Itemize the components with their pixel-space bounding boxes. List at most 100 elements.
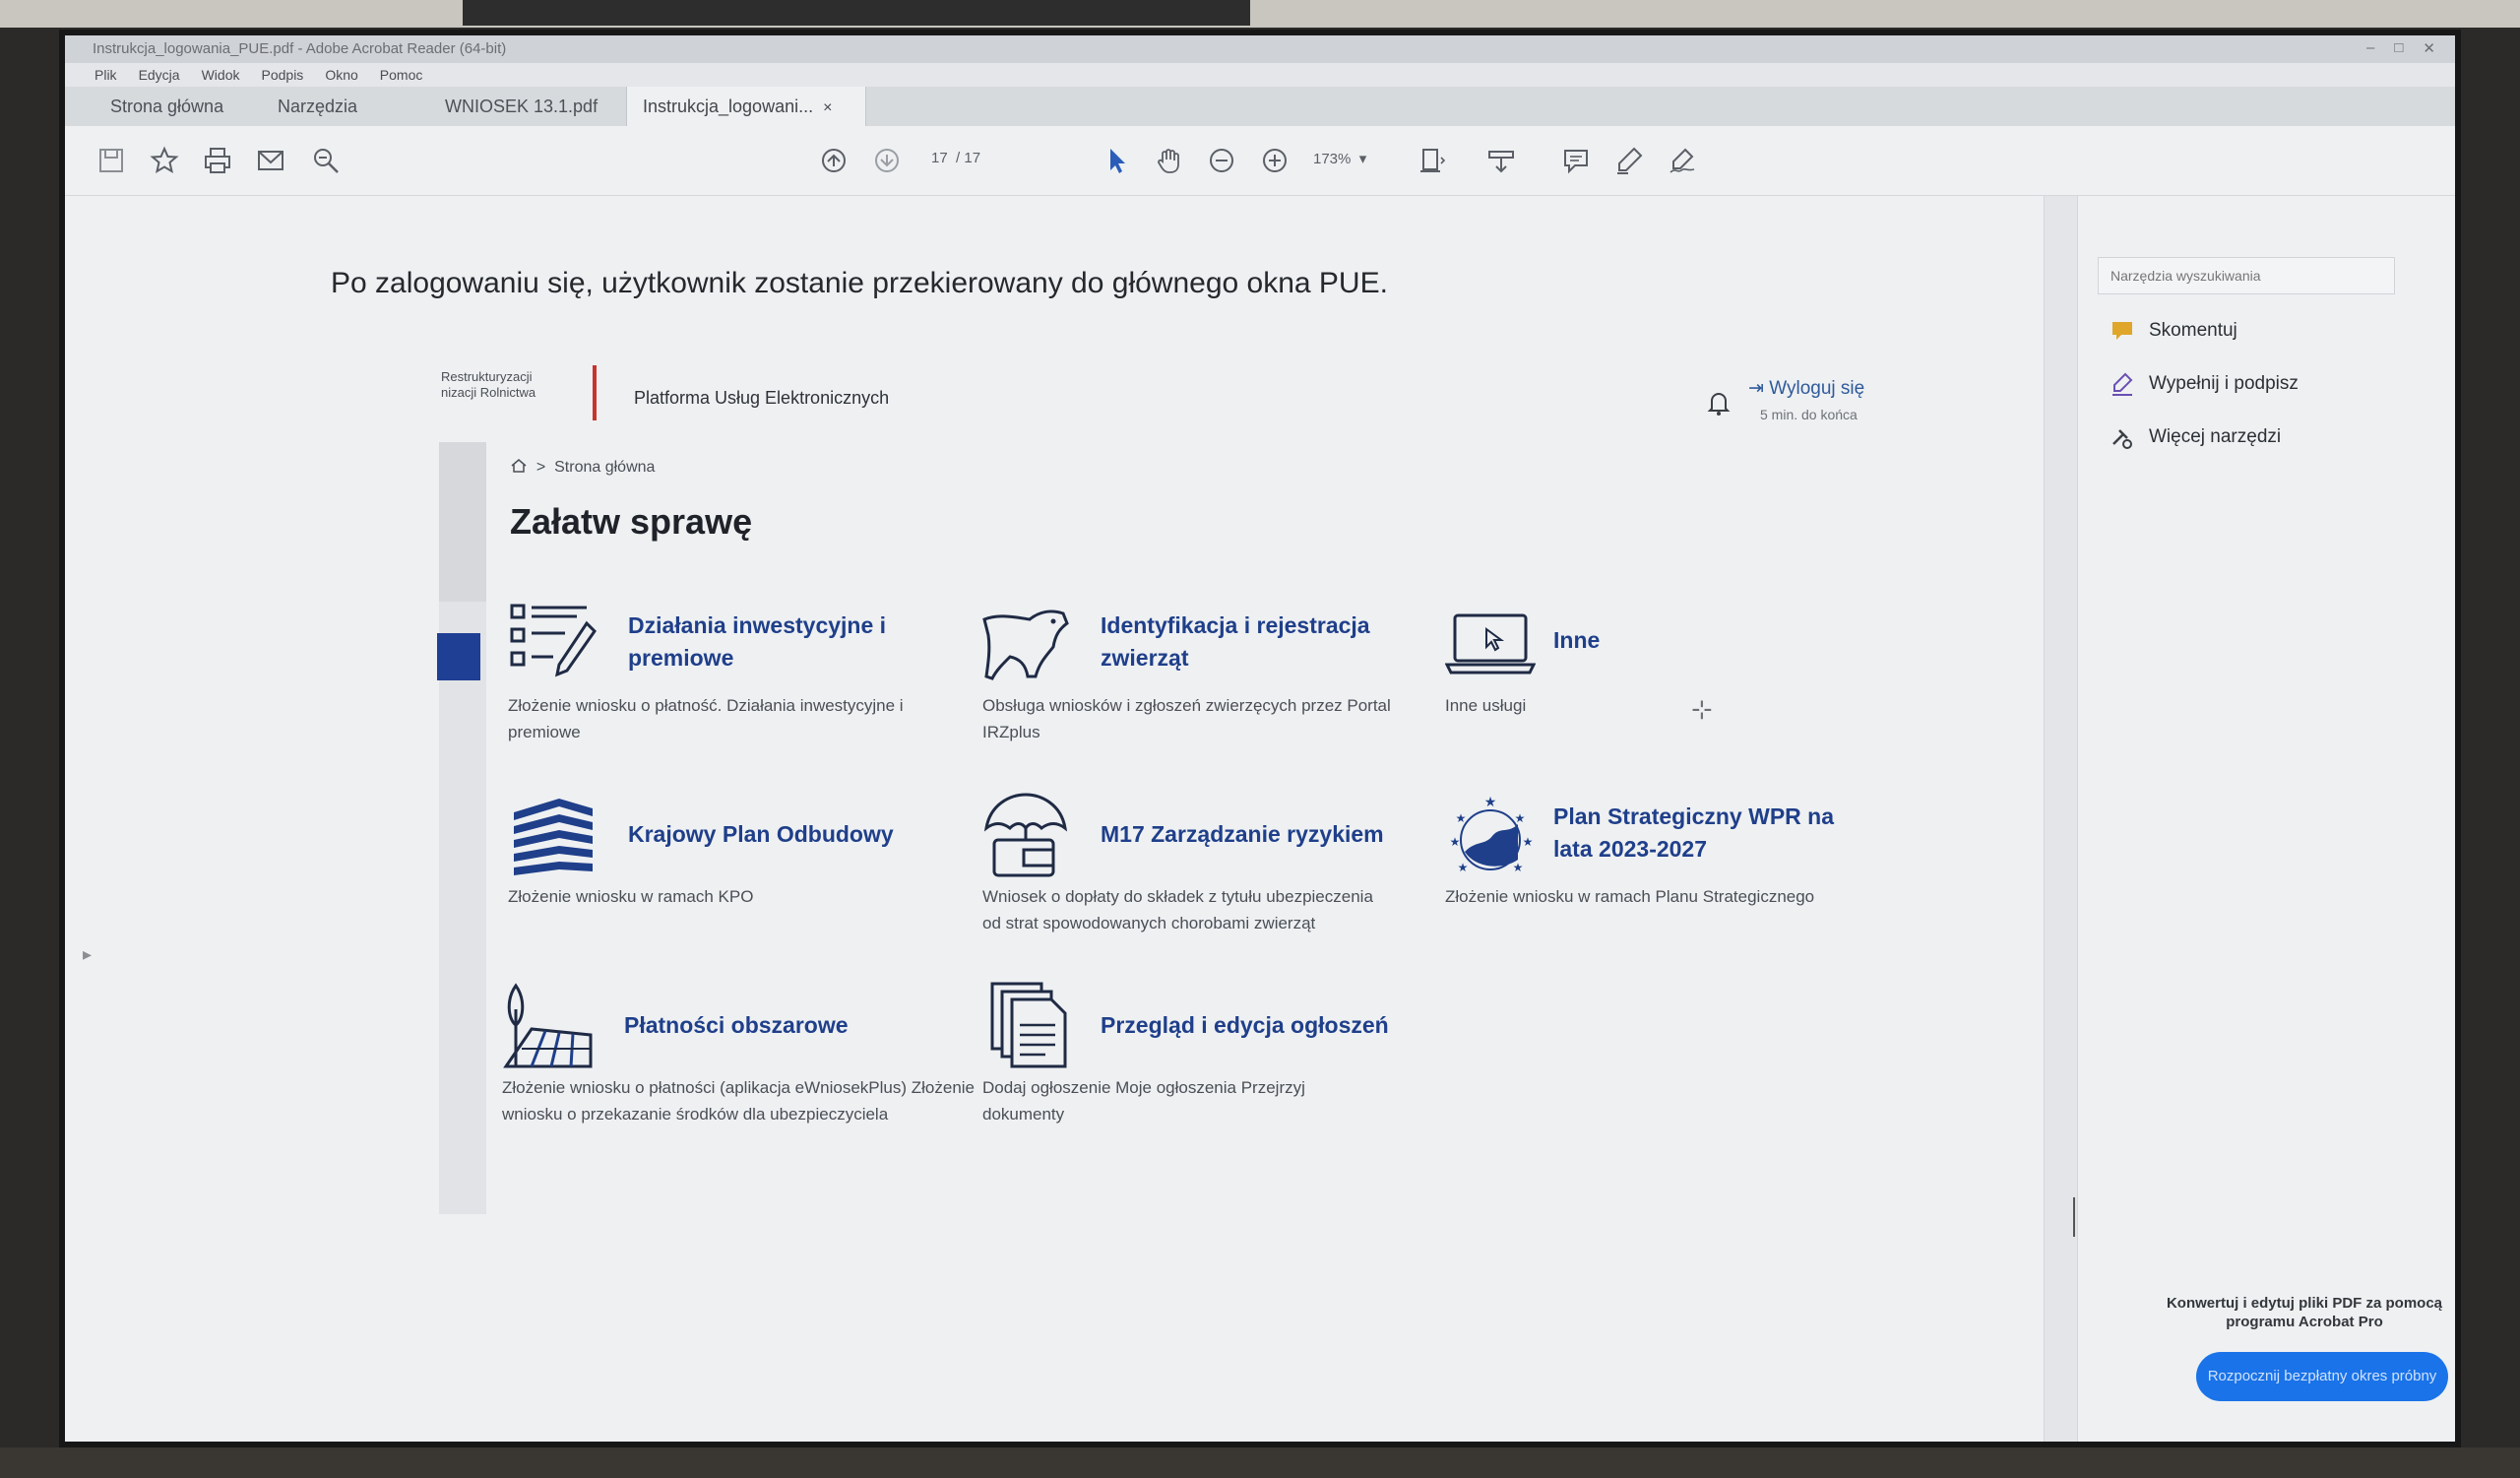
tool-fill-sign-label: Wypełnij i podpisz (2149, 373, 2299, 394)
tab-wniosek[interactable]: WNIOSEK 13.1.pdf (429, 87, 613, 126)
page-down-icon[interactable] (870, 144, 904, 177)
tools-search-input[interactable] (2099, 258, 2394, 293)
tile-desc-wpr: Złożenie wniosku w ramach Planu Strategi… (1445, 887, 1815, 906)
sign-icon[interactable] (1666, 144, 1699, 177)
tab-instrukcja[interactable]: Instrukcja_logowani... × (626, 87, 866, 126)
document-scrollbar[interactable] (2044, 196, 2078, 1442)
zoom-select[interactable]: 173% ▾ (1313, 150, 1366, 167)
left-panel-toggle[interactable]: ▸ (83, 944, 92, 965)
tile-title-inne[interactable]: Inne (1553, 624, 1652, 657)
logout-icon: ⇥ (1748, 378, 1764, 399)
page-total: / 17 (956, 150, 981, 166)
tile-title-wpr[interactable]: Plan Strategiczny WPR na lata 2023-2027 (1553, 801, 1878, 866)
close-window-button[interactable]: ✕ (2423, 39, 2435, 57)
tile-desc-kpo: Złożenie wniosku w ramach KPO (508, 887, 754, 906)
tools-panel: Skomentuj Wypełnij i podpisz Więcej narz… (2077, 196, 2455, 1442)
comment-tool-icon (2112, 322, 2132, 340)
background-strip (0, 0, 2520, 28)
menu-file[interactable]: Plik (94, 63, 117, 87)
scroll-mode-icon[interactable] (1484, 144, 1518, 177)
zoom-value: 173% (1313, 151, 1352, 167)
tile-title-m17[interactable]: M17 Zarządzanie ryzykiem (1101, 818, 1416, 851)
logout-label: Wyloguj się (1769, 378, 1865, 399)
logout-link[interactable]: ⇥ Wyloguj się (1748, 377, 1864, 400)
logo-line-1: Restrukturyzacji (441, 369, 533, 384)
zoom-out-icon[interactable] (1205, 144, 1238, 177)
tile-title-ogloszenia[interactable]: Przegląd i edycja ogłoszeń (1101, 1009, 1435, 1042)
menu-edit[interactable]: Edycja (139, 63, 180, 87)
side-menu-active-item[interactable] (437, 633, 480, 680)
maximize-button[interactable]: □ (2394, 39, 2403, 57)
tab-tools[interactable]: Narzędzia (262, 87, 373, 126)
tile-desc-m17: Wniosek o dopłaty do składek z tytułu ub… (982, 887, 1373, 932)
tile-title-zwierzeta[interactable]: Identyfikacja i rejestracja zwierząt (1101, 610, 1396, 675)
arimr-logo: Restrukturyzacji nizacji Rolnictwa (441, 369, 536, 401)
home-icon[interactable] (510, 458, 528, 474)
window-controls: – □ ✕ (2366, 39, 2435, 57)
page-number-input[interactable]: 17 (931, 150, 948, 166)
highlight-pen-icon[interactable] (1612, 144, 1646, 177)
title-bar: Instrukcja_logowania_PUE.pdf - Adobe Acr… (65, 35, 2455, 63)
tools-search[interactable] (2098, 257, 2395, 294)
umbrella-wallet-icon (983, 793, 1068, 877)
tool-comment-label: Skomentuj (2149, 320, 2237, 341)
page-up-icon[interactable] (817, 144, 850, 177)
page-fit-icon[interactable] (1416, 144, 1449, 177)
logo-line-2: nizacji Rolnictwa (441, 385, 536, 400)
hand-tool-icon[interactable] (1152, 144, 1185, 177)
platform-name: Platforma Usług Elektronicznych (634, 388, 890, 408)
close-tab-icon[interactable]: × (823, 99, 832, 116)
select-cursor-icon[interactable] (1101, 144, 1134, 177)
svg-text:★: ★ (1458, 861, 1469, 874)
star-icon[interactable] (148, 144, 181, 177)
email-icon[interactable] (254, 144, 287, 177)
more-tools-icon (2112, 429, 2132, 449)
tile-title-kpo[interactable]: Krajowy Plan Odbudowy (628, 818, 943, 851)
menu-sign[interactable]: Podpis (262, 63, 304, 87)
field-tree-icon (503, 983, 593, 1068)
save-icon[interactable] (94, 144, 128, 177)
breadcrumb-current[interactable]: Strona główna (554, 459, 655, 476)
bell-icon[interactable] (1707, 389, 1731, 417)
panel-divider (2073, 1197, 2075, 1237)
toolbar: 17 / 17 173% ▾ (65, 126, 2455, 196)
svg-text:★: ★ (1513, 861, 1524, 874)
session-timer: 5 min. do końca (1760, 407, 1858, 422)
tab-home[interactable]: Strona główna (94, 87, 239, 126)
menu-help[interactable]: Pomoc (380, 63, 423, 87)
menu-bar: Plik Edycja Widok Podpis Okno Pomoc (65, 63, 2455, 87)
kpo-icon (514, 799, 593, 875)
svg-text:★: ★ (1456, 811, 1467, 825)
intro-text: Po zalogowaniu się, użytkownik zostanie … (331, 267, 1388, 299)
breadcrumb: > Strona główna (510, 458, 655, 477)
tool-more-label: Więcej narzędzi (2149, 426, 2282, 447)
menu-view[interactable]: Widok (202, 63, 240, 87)
tile-title-platnosci[interactable]: Płatności obszarowe (624, 1009, 939, 1042)
monitor-screen: Instrukcja_logowania_PUE.pdf - Adobe Acr… (59, 30, 2461, 1447)
zoom-in-icon[interactable] (1258, 144, 1292, 177)
svg-text:★: ★ (1450, 835, 1461, 849)
window-title: Instrukcja_logowania_PUE.pdf - Adobe Acr… (93, 40, 507, 57)
search-icon[interactable] (309, 144, 343, 177)
menu-window[interactable]: Okno (325, 63, 357, 87)
page-indicator: 17 / 17 (931, 150, 980, 166)
svg-text:★: ★ (1484, 794, 1497, 809)
checklist-icon (510, 604, 597, 677)
tool-more[interactable]: Więcej narzędzi (2110, 424, 2281, 450)
promo-text: Konwertuj i edytuj pliki PDF za pomocą p… (2166, 1295, 2443, 1330)
crosshair-cursor-icon: ⊹ (1691, 694, 1713, 724)
tile-desc-inwestycyjne: Złożenie wniosku o płatność. Działania i… (508, 696, 904, 741)
trial-button[interactable]: Rozpocznij bezpłatny okres próbny (2196, 1352, 2448, 1401)
eu-stars-icon: ★ ★ ★ ★ ★ ★ ★ (1450, 794, 1534, 874)
print-icon[interactable] (201, 144, 234, 177)
tile-desc-zwierzeta: Obsługa wniosków i zgłoszeń zwierzęcych … (982, 696, 1391, 741)
comment-icon[interactable] (1559, 144, 1593, 177)
tile-desc-ogloszenia: Dodaj ogłoszenie Moje ogłoszenia Przejrz… (982, 1078, 1305, 1124)
tile-title-inwestycyjne[interactable]: Działania inwestycyjne i premiowe (628, 610, 943, 675)
tool-comment[interactable]: Skomentuj (2110, 318, 2237, 344)
minimize-button[interactable]: – (2366, 39, 2374, 57)
tool-fill-sign[interactable]: Wypełnij i podpisz (2110, 371, 2299, 397)
document-viewport[interactable]: ▸ Po zalogowaniu się, użytkownik zostani… (65, 196, 2039, 1442)
fill-sign-icon (2112, 372, 2133, 396)
background-object (463, 0, 1250, 26)
